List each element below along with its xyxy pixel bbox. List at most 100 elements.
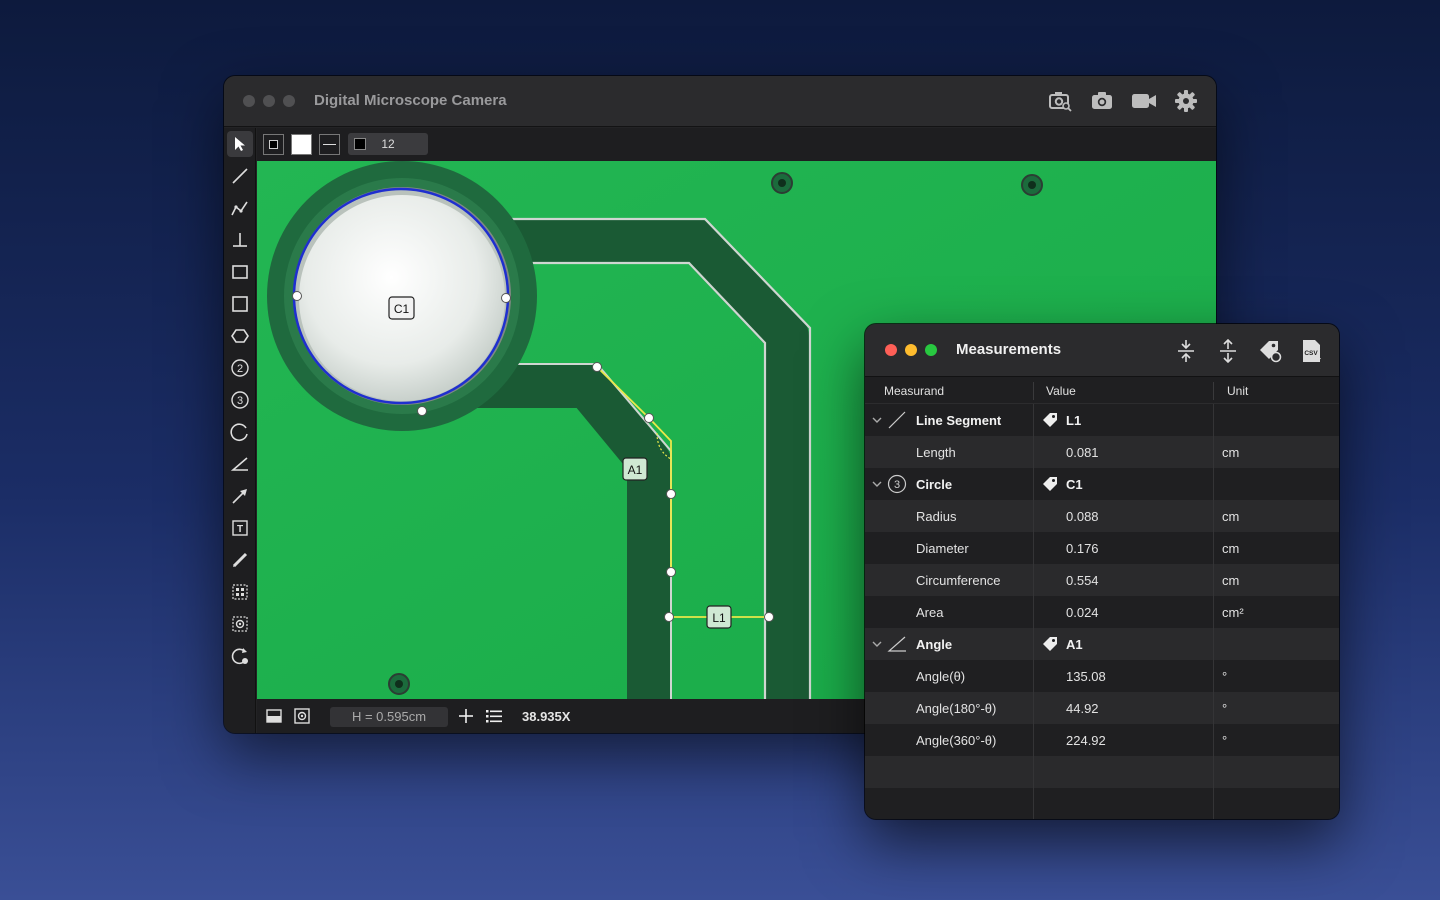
measurand-name: Radius <box>916 509 957 524</box>
tag-settings-icon[interactable] <box>1257 338 1283 364</box>
measurement-value: 0.024 <box>1066 605 1099 620</box>
measurement-row[interactable]: Length 0.081 cm <box>865 436 1339 468</box>
chevron-down-icon[interactable] <box>870 413 884 427</box>
list-view-icon[interactable] <box>485 707 503 725</box>
measurand-name: Circle <box>916 477 953 492</box>
settings-gear-icon[interactable] <box>1172 88 1200 114</box>
line-style-selector[interactable] <box>319 134 340 155</box>
pen-tool-icon[interactable] <box>227 547 253 573</box>
measurement-unit: cm <box>1222 509 1240 524</box>
line-segment-icon <box>887 410 907 430</box>
measurand-name: Circumference <box>916 573 1001 588</box>
measurement-row[interactable]: Angle(180°-θ) 44.92 ° <box>865 692 1339 724</box>
label-c1[interactable]: C1 <box>388 296 415 320</box>
line-tool-icon[interactable] <box>227 163 253 189</box>
collapse-all-icon[interactable] <box>1173 338 1199 364</box>
measurement-value: 0.176 <box>1066 541 1099 556</box>
measurement-unit: ° <box>1222 733 1228 748</box>
arc-tool-icon[interactable] <box>227 419 253 445</box>
line-width-field[interactable]: 12 <box>348 133 428 155</box>
measurements-panel: Measurements CSV Measurand Value Unit Li… <box>865 324 1339 819</box>
calibrate-tool-icon[interactable] <box>227 611 253 637</box>
fill-color-swatch[interactable] <box>291 134 312 155</box>
measurand-name: Angle(θ) <box>916 669 966 684</box>
measurand-name: Line Segment <box>916 413 1002 428</box>
crosshair-icon[interactable] <box>457 707 475 725</box>
rotated-rectangle-tool-icon[interactable] <box>227 291 253 317</box>
group-row-angle[interactable]: Angle A1 <box>865 628 1339 660</box>
measurement-tag: C1 <box>1066 477 1083 492</box>
measurement-row[interactable]: Angle(360°-θ) 224.92 ° <box>865 724 1339 756</box>
polygon-tool-icon[interactable] <box>227 323 253 349</box>
measurand-name: Angle(360°-θ) <box>916 733 997 748</box>
panel-close-button[interactable] <box>885 344 897 356</box>
measurement-unit: cm <box>1222 445 1240 460</box>
chevron-down-icon[interactable] <box>870 477 884 491</box>
height-readout: H = 0.595cm <box>330 707 448 727</box>
measurements-table-header: Measurand Value Unit <box>865 377 1339 404</box>
three-point-circle-icon[interactable]: 3 <box>227 387 253 413</box>
angle-tool-icon[interactable] <box>227 451 253 477</box>
close-button[interactable] <box>243 95 255 107</box>
tag-icon <box>1042 476 1058 492</box>
measurement-row[interactable]: Area 0.024 cm² <box>865 596 1339 628</box>
group-row-line-segment[interactable]: Line Segment L1 <box>865 404 1339 436</box>
export-csv-icon[interactable]: CSV <box>1299 338 1325 364</box>
stroke-color-swatch[interactable] <box>263 134 284 155</box>
text-tool-icon[interactable]: T <box>227 515 253 541</box>
panel-zoom-button[interactable] <box>925 344 937 356</box>
tag-icon <box>1042 412 1058 428</box>
measurement-value: 224.92 <box>1066 733 1106 748</box>
two-point-circle-icon[interactable]: 2 <box>227 355 253 381</box>
polyline-tool-icon[interactable] <box>227 195 253 221</box>
panel-title: Measurements <box>956 341 1062 358</box>
panel-minimize-button[interactable] <box>905 344 917 356</box>
measurement-unit: ° <box>1222 669 1228 684</box>
svg-text:T: T <box>237 524 243 535</box>
zoom-button[interactable] <box>283 95 295 107</box>
measurand-name: Length <box>916 445 956 460</box>
zoom-level: 38.935X <box>522 709 571 724</box>
minimize-button[interactable] <box>263 95 275 107</box>
rectangle-tool-icon[interactable] <box>227 259 253 285</box>
camera-snapshot-icon[interactable] <box>1088 88 1116 114</box>
perpendicular-tool-icon[interactable] <box>227 227 253 253</box>
select-pointer-icon[interactable] <box>227 131 253 157</box>
measurement-unit: ° <box>1222 701 1228 716</box>
measurement-value: 135.08 <box>1066 669 1106 684</box>
measurement-row[interactable]: Diameter 0.176 cm <box>865 532 1339 564</box>
label-l1[interactable]: L1 <box>706 605 732 629</box>
measurement-row[interactable]: Angle(θ) 135.08 ° <box>865 660 1339 692</box>
measurand-name: Angle(180°-θ) <box>916 701 997 716</box>
measurement-unit: cm <box>1222 541 1240 556</box>
svg-text:3: 3 <box>894 479 900 491</box>
reset-rotate-icon[interactable] <box>227 643 253 669</box>
view-actual-icon[interactable] <box>293 707 311 725</box>
measurand-name: Angle <box>916 637 953 652</box>
svg-text:A1: A1 <box>628 463 643 477</box>
measurements-table-body: Line Segment L1 Length 0.081 cm 3 Circle… <box>865 404 1339 819</box>
capture-search-icon[interactable] <box>1046 88 1074 114</box>
group-row-circle[interactable]: 3 Circle C1 <box>865 468 1339 500</box>
video-record-icon[interactable] <box>1130 88 1158 114</box>
measurement-value: 0.088 <box>1066 509 1099 524</box>
window-title: Digital Microscope Camera <box>314 92 507 109</box>
tag-icon <box>1042 636 1058 652</box>
circle-3pt-icon: 3 <box>887 474 907 494</box>
col-header-measurand[interactable]: Measurand <box>884 384 944 398</box>
svg-text:2: 2 <box>237 363 243 375</box>
measurement-tag: A1 <box>1066 637 1083 652</box>
col-header-unit[interactable]: Unit <box>1227 384 1248 398</box>
col-header-value[interactable]: Value <box>1046 384 1076 398</box>
arrow-tool-icon[interactable] <box>227 483 253 509</box>
chevron-down-icon[interactable] <box>870 637 884 651</box>
measurand-name: Diameter <box>916 541 969 556</box>
view-fit-icon[interactable] <box>265 707 283 725</box>
measurement-tag: L1 <box>1066 413 1082 428</box>
drawing-style-bar: 12 <box>257 128 1216 161</box>
expand-all-icon[interactable] <box>1215 338 1241 364</box>
label-a1[interactable]: A1 <box>622 457 648 481</box>
grid-select-icon[interactable] <box>227 579 253 605</box>
measurement-row[interactable]: Radius 0.088 cm <box>865 500 1339 532</box>
measurement-row[interactable]: Circumference 0.554 cm <box>865 564 1339 596</box>
